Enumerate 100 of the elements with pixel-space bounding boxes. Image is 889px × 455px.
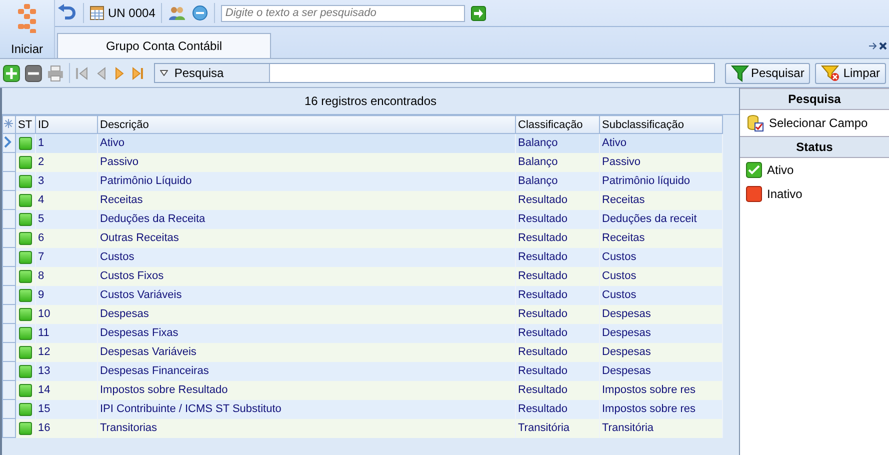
table-cell: 14 <box>36 380 98 400</box>
table-cell: 5 <box>36 210 98 228</box>
table-cell: Ativo <box>600 134 722 152</box>
table-row[interactable]: 2 Passivo Balanço Passivo <box>2 152 722 172</box>
row-pointer-icon <box>4 136 12 148</box>
table-cell: Deduções da receit <box>600 210 722 228</box>
table-row[interactable]: 15 IPI Contribuinte / ICMS ST Substituto Resultado Impostos sobre res <box>2 400 722 418</box>
table-cell: Resultado <box>516 304 600 324</box>
table-cell: Despesas <box>600 304 722 324</box>
table-row[interactable]: 16 Transitorias Transitória Transitória <box>2 418 722 438</box>
column-header[interactable]: ST <box>16 116 36 134</box>
table-row[interactable]: 14 Impostos sobre Resultado Resultado Impostos sobre res <box>2 380 722 400</box>
table-cell: Receitas <box>600 190 722 210</box>
panel-item[interactable]: Inativo <box>740 182 889 206</box>
table-cell: Custos Fixos <box>98 266 516 286</box>
table-cell: Custos <box>600 266 722 286</box>
table-cell: Despesas <box>600 362 722 380</box>
minus-circle-icon[interactable] <box>192 5 208 21</box>
database-check-icon <box>746 114 764 132</box>
table-row[interactable]: 6 Outras Receitas Resultado Receitas <box>2 228 722 248</box>
table-row[interactable]: 3 Patrimônio Líquido Balanço Patrimônio líquido <box>2 172 722 190</box>
go-arrow-icon[interactable] <box>471 6 486 20</box>
unit-label[interactable]: UN 0004 <box>108 6 156 20</box>
table-cell: Transitória <box>600 418 722 438</box>
table-cell: Receitas <box>600 228 722 248</box>
table-row[interactable]: 5 Deduções da Receita Resultado Deduções da receit <box>2 210 722 228</box>
table-row[interactable]: 11 Despesas Fixas Resultado Despesas <box>2 324 722 342</box>
asterisk-icon <box>2 116 16 134</box>
table-cell: 2 <box>36 152 98 172</box>
clear-button[interactable]: Limpar <box>815 62 886 84</box>
table-cell: Custos <box>600 248 722 266</box>
table-cell: Patrimônio líquido <box>600 172 722 190</box>
table-cell: 3 <box>36 172 98 190</box>
table-row[interactable]: 1 Ativo Balanço Ativo <box>2 134 722 152</box>
table-cell: Passivo <box>98 152 516 172</box>
table-cell: Custos <box>98 248 516 266</box>
table-cell: 11 <box>36 324 98 342</box>
table-cell: 6 <box>36 228 98 248</box>
users-icon[interactable] <box>168 5 186 21</box>
table-cell: Resultado <box>516 210 600 228</box>
remove-icon[interactable] <box>24 64 42 82</box>
table-cell: 7 <box>36 248 98 266</box>
undo-icon[interactable] <box>57 4 77 22</box>
table-cell: 1 <box>36 134 98 152</box>
next-icon[interactable] <box>112 66 126 80</box>
table-cell: Resultado <box>516 248 600 266</box>
table-row[interactable]: 7 Custos Resultado Custos <box>2 248 722 266</box>
section-header: Pesquisa <box>740 88 889 110</box>
table-cell: Despesas Variáveis <box>98 342 516 362</box>
table-row[interactable]: 9 Custos Variáveis Resultado Custos <box>2 286 722 304</box>
table-cell: Despesas Financeiras <box>98 362 516 380</box>
section-header: Status <box>740 136 889 158</box>
table-cell: Resultado <box>516 380 600 400</box>
calendar-icon[interactable] <box>90 6 104 20</box>
table-cell: Balanço <box>516 134 600 152</box>
close-icon[interactable] <box>869 42 887 50</box>
column-header[interactable]: Subclassificação <box>600 116 722 134</box>
table-row[interactable]: 8 Custos Fixos Resultado Custos <box>2 266 722 286</box>
dropdown-icon <box>160 70 168 76</box>
column-header[interactable]: ID <box>36 116 98 134</box>
column-header[interactable]: Descrição <box>98 116 516 134</box>
table-cell: Despesas <box>98 304 516 324</box>
table-cell: Custos Variáveis <box>98 286 516 304</box>
column-header[interactable]: Classificação <box>516 116 600 134</box>
table-cell: Deduções da Receita <box>98 210 516 228</box>
table-cell: Resultado <box>516 400 600 418</box>
table-row[interactable]: 13 Despesas Financeiras Resultado Despesas <box>2 362 722 380</box>
funnel-clear-icon <box>821 64 842 82</box>
table-cell: Despesas <box>600 342 722 362</box>
table-cell: 9 <box>36 286 98 304</box>
table-cell: Despesas Fixas <box>98 324 516 342</box>
table-row[interactable]: 4 Receitas Resultado Receitas <box>2 190 722 210</box>
table-cell: Receitas <box>98 190 516 210</box>
table-cell: Passivo <box>600 152 722 172</box>
table-cell: Balanço <box>516 172 600 190</box>
table-cell: Patrimônio Líquido <box>98 172 516 190</box>
start-button[interactable]: Iniciar <box>0 0 55 58</box>
panel-item[interactable]: Selecionar Campo <box>740 110 889 136</box>
table-cell: Resultado <box>516 342 600 362</box>
funnel-icon <box>730 64 749 82</box>
panel-item[interactable]: Ativo <box>740 158 889 182</box>
table-cell: Ativo <box>98 134 516 152</box>
search-button[interactable]: Pesquisar <box>724 62 810 84</box>
search-field[interactable]: Digite o texto a ser pesquisado <box>221 4 466 22</box>
print-icon[interactable] <box>46 64 64 82</box>
check-icon <box>746 162 762 178</box>
table-cell: 8 <box>36 266 98 286</box>
table-cell: 12 <box>36 342 98 362</box>
table-row[interactable]: 10 Despesas Resultado Despesas <box>2 304 722 324</box>
table-cell: Impostos sobre Resultado <box>98 380 516 400</box>
table-row[interactable]: 12 Despesas Variáveis Resultado Despesas <box>2 342 722 362</box>
table-cell: Custos <box>600 286 722 304</box>
last-icon[interactable] <box>131 66 146 80</box>
add-icon[interactable] <box>3 64 20 82</box>
table-cell: Balanço <box>516 152 600 172</box>
first-icon[interactable] <box>74 66 89 80</box>
tab[interactable]: Grupo Conta Contábil <box>57 33 271 58</box>
table-cell: IPI Contribuinte / ICMS ST Substituto <box>98 400 516 418</box>
filter-field[interactable]: Pesquisa <box>154 63 715 83</box>
table-cell: Transitorias <box>98 418 516 438</box>
